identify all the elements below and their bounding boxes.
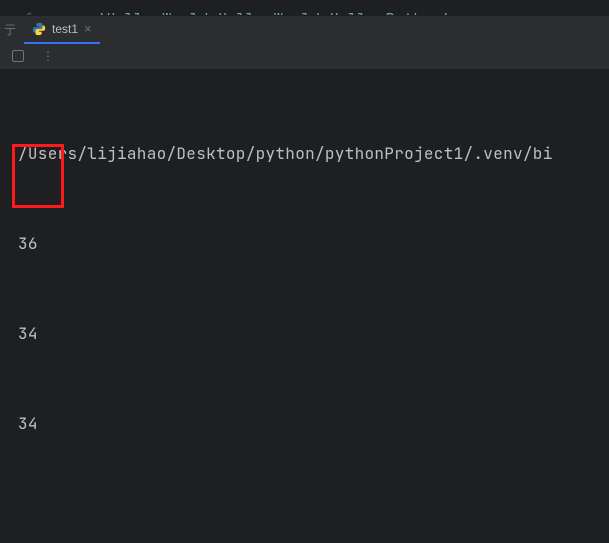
- run-tool-window: 亍 test1 × ⋮ /Users/lijiahao/Desktop/pyth…: [0, 15, 609, 543]
- line-number: 1: [0, 4, 34, 15]
- more-icon[interactable]: ⋮: [42, 48, 55, 64]
- side-label: 亍: [4, 21, 16, 38]
- code-line[interactable]: s = 'Hello World Hello World Hello Pytho…: [60, 4, 609, 15]
- console-line: 34: [18, 409, 593, 439]
- run-tab[interactable]: test1 ×: [24, 16, 100, 44]
- console-line: 36: [18, 229, 593, 259]
- tab-label: test1: [52, 22, 78, 36]
- python-icon: [32, 22, 46, 36]
- console-line: /Users/lijiahao/Desktop/python/pythonPro…: [18, 139, 593, 169]
- run-toolbar: ⋮: [0, 43, 609, 69]
- close-icon[interactable]: ×: [84, 21, 92, 36]
- console-line: 34: [18, 319, 593, 349]
- code-editor[interactable]: 1 2 3 4 5 6 7 8 9 0 s = 'Hello World Hel…: [0, 0, 609, 15]
- code-area[interactable]: s = 'Hello World Hello World Hello Pytho…: [48, 0, 609, 15]
- run-tab-bar: 亍 test1 ×: [0, 15, 609, 43]
- console-output[interactable]: /Users/lijiahao/Desktop/python/pythonPro…: [0, 69, 609, 543]
- line-number-gutter: 1 2 3 4 5 6 7 8 9 0: [0, 0, 48, 15]
- stop-icon[interactable]: [12, 50, 24, 62]
